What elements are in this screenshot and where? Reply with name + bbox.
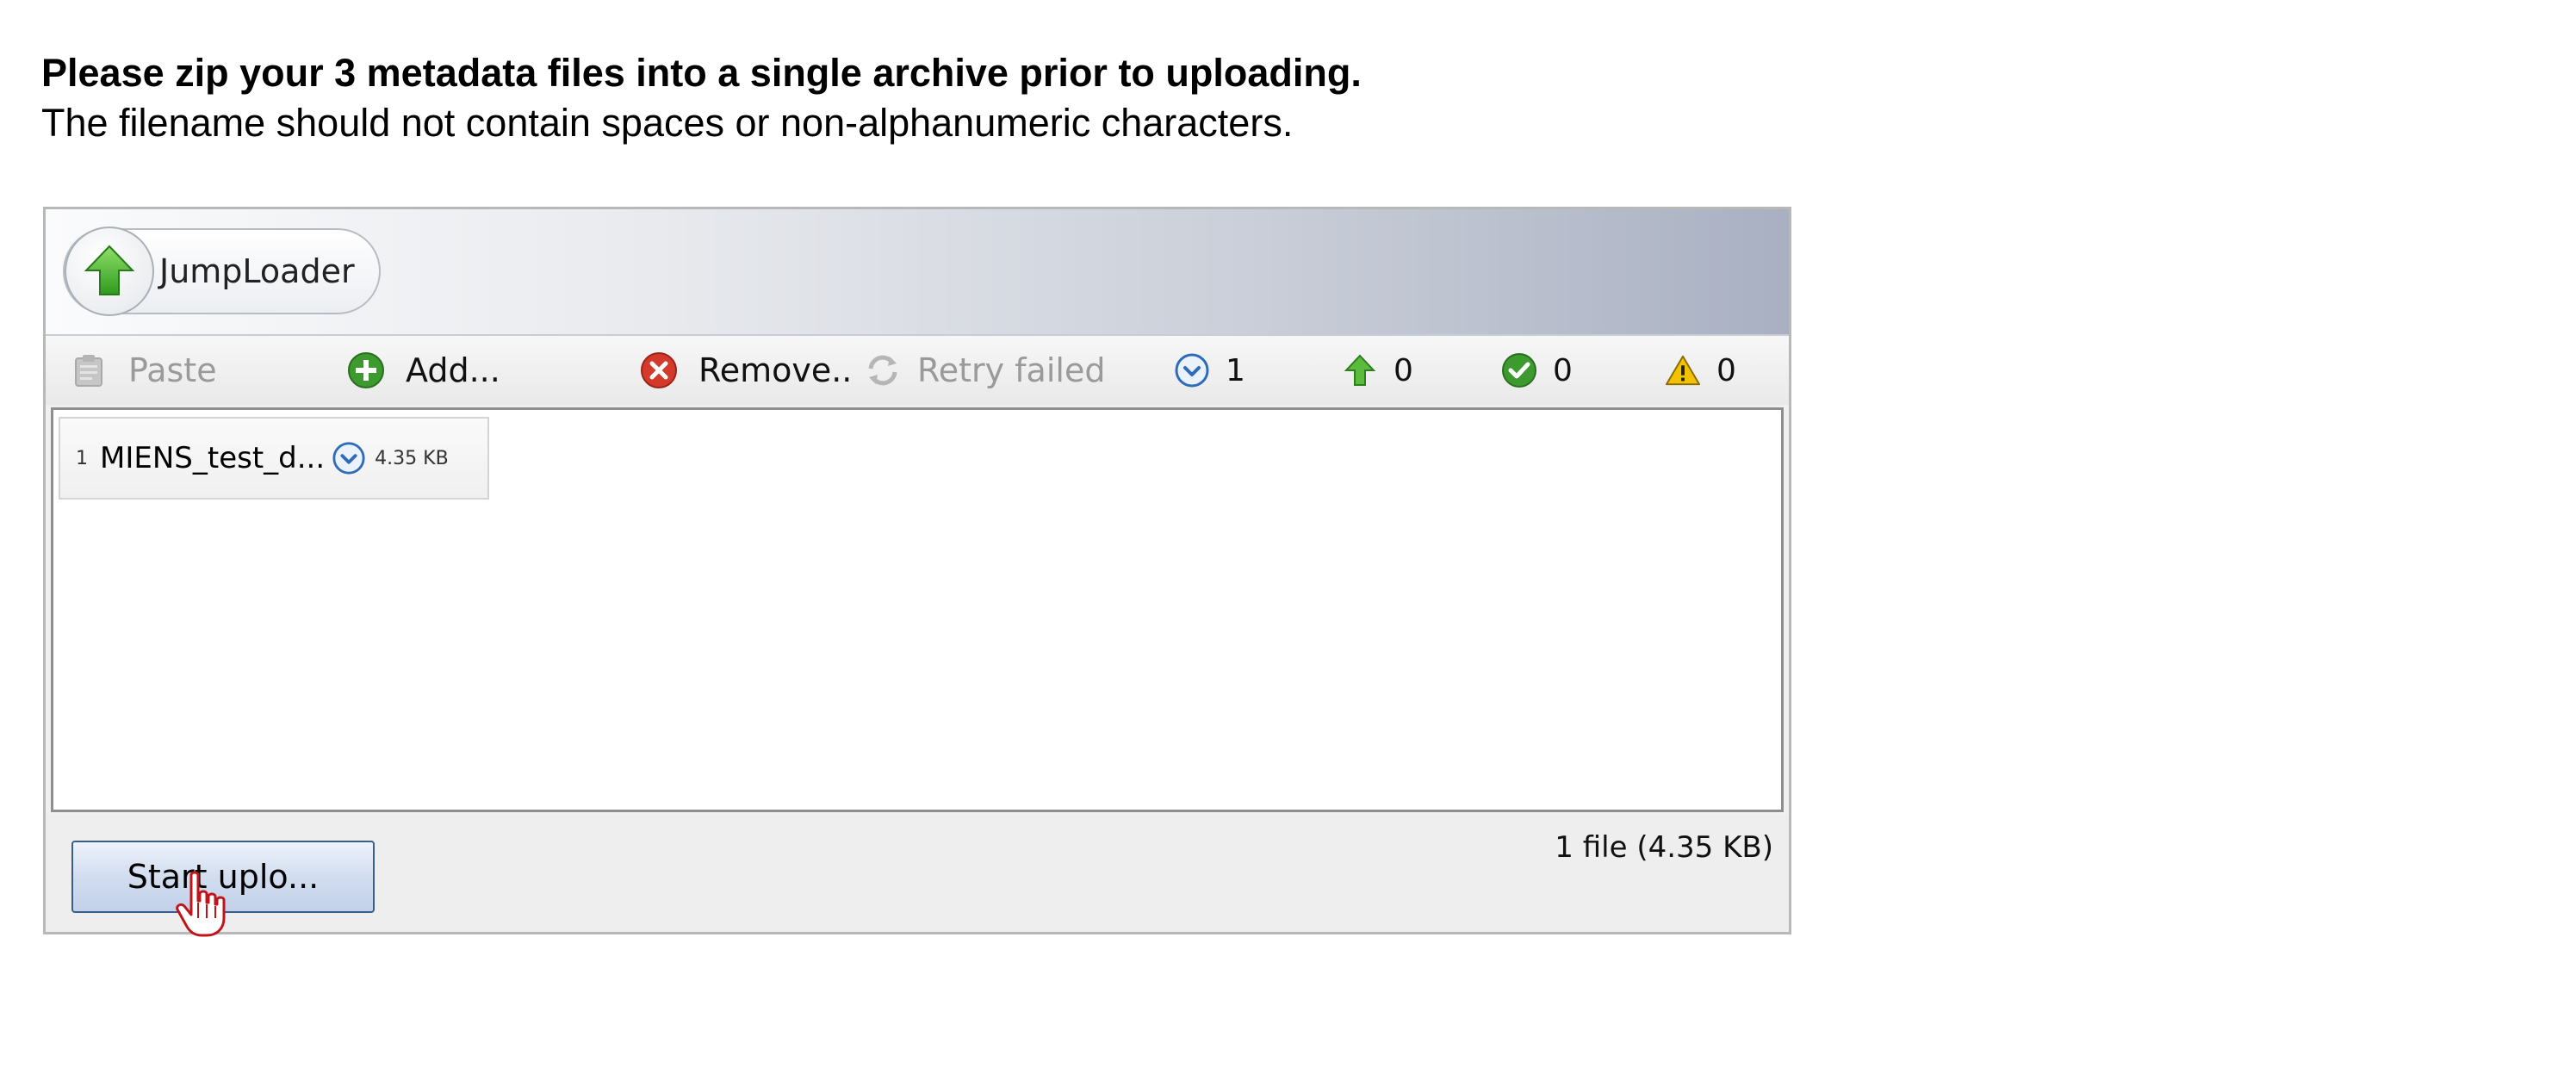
instructions-bold-line: Please zip your 3 metadata files into a …	[41, 51, 1362, 95]
add-button[interactable]: Add...	[347, 336, 500, 405]
file-list[interactable]: 1 MIENS_test_d... 4.35 KB	[51, 407, 1784, 812]
add-label: Add...	[406, 351, 500, 389]
file-summary-status: 1 file (4.35 KB)	[1555, 830, 1773, 865]
file-name: MIENS_test_d...	[100, 441, 326, 475]
up-arrow-icon	[65, 227, 154, 316]
jumploader-logo: JumpLoader	[63, 227, 381, 316]
applet-footer: Start uplo... 1 file (4.35 KB)	[46, 815, 1789, 932]
clipboard-icon	[70, 351, 108, 389]
plus-circle-icon	[347, 351, 385, 389]
applet-header: JumpLoader	[46, 209, 1789, 336]
up-arrow-icon	[1342, 352, 1378, 388]
x-circle-icon	[640, 351, 678, 389]
clock-icon	[330, 439, 368, 477]
failed-count-value: 0	[1716, 352, 1736, 388]
pending-count-value: 1	[1226, 352, 1245, 388]
remove-button[interactable]: Remove..	[640, 336, 852, 405]
uploading-count-value: 0	[1394, 352, 1413, 388]
failed-count: 0	[1665, 336, 1736, 405]
file-size: 4.35 KB	[375, 447, 449, 469]
jumploader-applet: JumpLoader Paste Add... Remove.. Retry f…	[43, 207, 1791, 934]
pending-count: 1	[1174, 336, 1245, 405]
file-index: 1	[76, 447, 88, 469]
paste-button[interactable]: Paste	[70, 336, 217, 405]
retry-failed-label: Retry failed	[917, 351, 1106, 389]
hand-cursor-icon	[172, 870, 233, 939]
instructions-sub-line: The filename should not contain spaces o…	[41, 101, 1294, 145]
warning-triangle-icon	[1665, 352, 1701, 388]
check-circle-icon	[1501, 352, 1537, 388]
retry-failed-button[interactable]: Retry failed	[864, 336, 1105, 405]
uploading-count: 0	[1342, 336, 1413, 405]
done-count-value: 0	[1553, 352, 1573, 388]
done-count: 0	[1501, 336, 1573, 405]
clock-icon	[1174, 352, 1210, 388]
refresh-icon	[864, 351, 902, 389]
remove-label: Remove..	[698, 351, 853, 389]
applet-toolbar: Paste Add... Remove.. Retry failed 1 0 0…	[46, 336, 1789, 405]
applet-title: JumpLoader	[159, 252, 355, 290]
page: Please zip your 3 metadata files into a …	[0, 0, 2576, 1074]
instructions: Please zip your 3 metadata files into a …	[41, 48, 1362, 148]
file-list-item[interactable]: 1 MIENS_test_d... 4.35 KB	[59, 417, 489, 500]
paste-label: Paste	[128, 351, 217, 389]
